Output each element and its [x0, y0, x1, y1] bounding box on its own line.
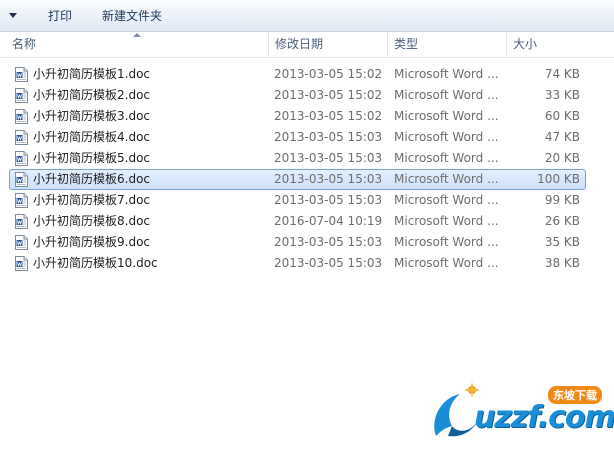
- file-name: 小升初简历模板3.doc: [33, 109, 151, 123]
- column-size-header[interactable]: 大小: [506, 32, 586, 57]
- file-row[interactable]: 小升初简历模板6.doc 2013-03-05 15:03 Microsoft Wo…: [0, 169, 614, 190]
- word-document-icon: [15, 235, 28, 250]
- file-row[interactable]: 小升初简历模板2.doc 2013-03-05 15:02 Microsoft Wo…: [0, 85, 614, 106]
- file-row[interactable]: 小升初简历模板7.doc 2013-03-05 15:03 Microsoft Wo…: [0, 190, 614, 211]
- file-type: Microsoft Word ...: [394, 130, 499, 144]
- file-type: Microsoft Word ...: [394, 88, 499, 102]
- word-document-icon: [15, 151, 28, 166]
- file-name: 小升初简历模板2.doc: [33, 88, 151, 102]
- word-document-icon: [15, 67, 28, 82]
- file-row[interactable]: 小升初简历模板3.doc 2013-03-05 15:02 Microsoft Wo…: [0, 106, 614, 127]
- file-size: 99 KB: [544, 193, 580, 207]
- print-button[interactable]: 打印: [48, 7, 72, 25]
- file-name: 小升初简历模板6.doc: [33, 172, 151, 186]
- file-size: 20 KB: [544, 151, 580, 165]
- file-type: Microsoft Word ...: [394, 67, 499, 81]
- file-modified-date: 2013-03-05 15:03: [274, 256, 383, 270]
- file-type: Microsoft Word ...: [394, 235, 499, 249]
- file-size: 26 KB: [544, 214, 580, 228]
- word-document-icon: [15, 193, 28, 208]
- file-name: 小升初简历模板7.doc: [33, 193, 151, 207]
- file-type: Microsoft Word ...: [394, 256, 499, 270]
- file-row[interactable]: 小升初简历模板4.doc 2013-03-05 15:03 Microsoft Wo…: [0, 127, 614, 148]
- file-name: 小升初简历模板10.doc: [33, 256, 158, 270]
- file-row[interactable]: 小升初简历模板10.doc 2013-03-05 15:03 Microsoft W…: [0, 253, 614, 274]
- organize-dropdown-icon[interactable]: [6, 8, 20, 22]
- file-type: Microsoft Word ...: [394, 151, 499, 165]
- word-document-icon: [15, 109, 28, 124]
- column-date-header[interactable]: 修改日期: [268, 32, 387, 57]
- file-size: 60 KB: [544, 109, 580, 123]
- file-name: 小升初简历模板8.doc: [33, 214, 151, 228]
- word-document-icon: [15, 214, 28, 229]
- file-row[interactable]: 小升初简历模板9.doc 2013-03-05 15:03 Microsoft Wo…: [0, 232, 614, 253]
- watermark-badge: 东坡下载: [548, 386, 602, 404]
- watermark-logo: uzzf.com 东坡下载: [428, 380, 614, 444]
- toolbar: 打印 新建文件夹: [0, 0, 614, 32]
- file-size: 35 KB: [544, 235, 580, 249]
- explorer-window: 打印 新建文件夹 名称 修改日期 类型 大小 小升初简历模板1.doc 2013-…: [0, 0, 614, 450]
- file-modified-date: 2013-03-05 15:03: [274, 193, 383, 207]
- file-name: 小升初简历模板4.doc: [33, 130, 151, 144]
- file-modified-date: 2013-03-05 15:03: [274, 172, 383, 186]
- column-type-header[interactable]: 类型: [387, 32, 506, 57]
- file-modified-date: 2016-07-04 10:19: [274, 214, 383, 228]
- file-modified-date: 2013-03-05 15:02: [274, 109, 383, 123]
- sort-ascending-icon: [133, 33, 141, 37]
- column-header: 名称 修改日期 类型 大小: [0, 32, 614, 58]
- file-size: 100 KB: [537, 172, 580, 186]
- file-modified-date: 2013-03-05 15:03: [274, 130, 383, 144]
- file-size: 38 KB: [544, 256, 580, 270]
- file-modified-date: 2013-03-05 15:03: [274, 235, 383, 249]
- watermark-text: uzzf.com: [474, 400, 614, 435]
- file-type: Microsoft Word ...: [394, 193, 499, 207]
- file-name: 小升初简历模板5.doc: [33, 151, 151, 165]
- file-type: Microsoft Word ...: [394, 214, 499, 228]
- file-row[interactable]: 小升初简历模板1.doc 2013-03-05 15:02 Microsoft Wo…: [0, 64, 614, 85]
- file-size: 47 KB: [544, 130, 580, 144]
- file-size: 33 KB: [544, 88, 580, 102]
- file-list: 小升初简历模板1.doc 2013-03-05 15:02 Microsoft Wo…: [0, 64, 614, 274]
- file-size: 74 KB: [544, 67, 580, 81]
- file-row[interactable]: 小升初简历模板5.doc 2013-03-05 15:03 Microsoft Wo…: [0, 148, 614, 169]
- word-document-icon: [15, 130, 28, 145]
- file-name: 小升初简历模板1.doc: [33, 67, 151, 81]
- word-document-icon: [15, 256, 28, 271]
- file-type: Microsoft Word ...: [394, 109, 499, 123]
- word-document-icon: [15, 88, 28, 103]
- file-modified-date: 2013-03-05 15:02: [274, 88, 383, 102]
- file-row[interactable]: 小升初简历模板8.doc 2016-07-04 10:19 Microsoft Wo…: [0, 211, 614, 232]
- new-folder-button[interactable]: 新建文件夹: [102, 7, 162, 25]
- file-modified-date: 2013-03-05 15:03: [274, 151, 383, 165]
- file-modified-date: 2013-03-05 15:02: [274, 67, 383, 81]
- word-document-icon: [15, 172, 28, 187]
- file-type: Microsoft Word ...: [394, 172, 499, 186]
- file-name: 小升初简历模板9.doc: [33, 235, 151, 249]
